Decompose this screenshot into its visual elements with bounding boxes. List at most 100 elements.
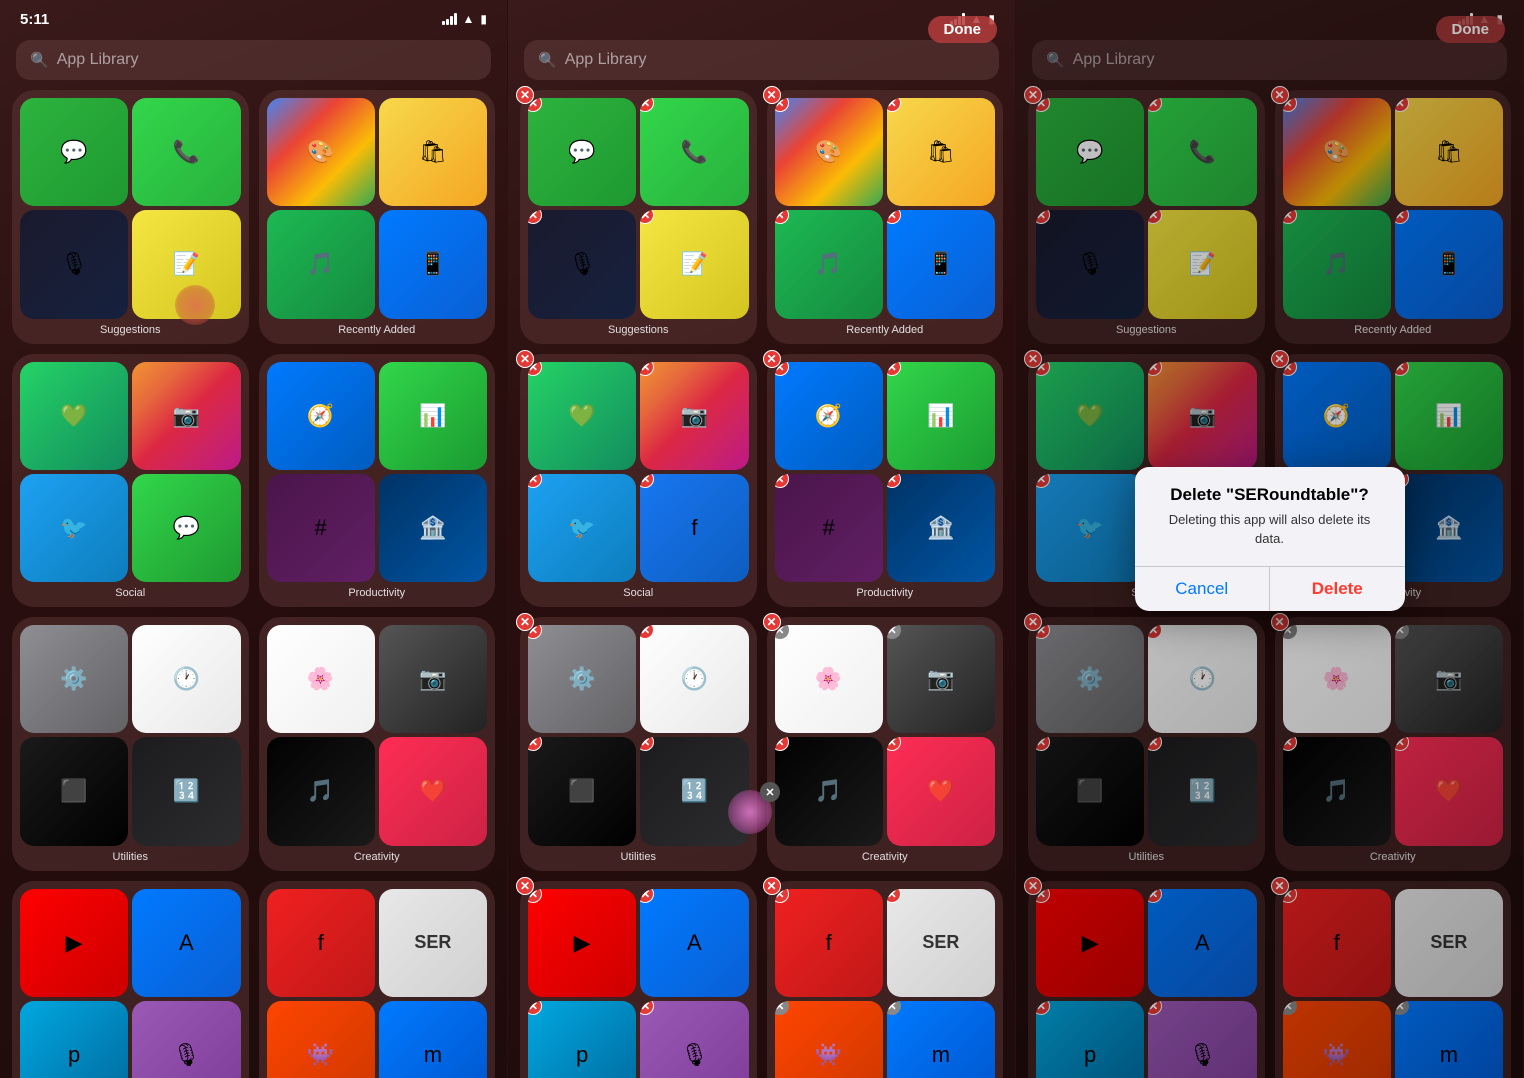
app-appstore-1[interactable]: A bbox=[132, 889, 240, 997]
app-settings-2[interactable]: ✕⚙️ bbox=[528, 625, 636, 733]
del-voice-2[interactable]: ✕ bbox=[528, 210, 542, 224]
app-slack-2[interactable]: ✕# bbox=[775, 474, 883, 582]
app-slack-1[interactable]: # bbox=[267, 474, 375, 582]
del-clock-2[interactable]: ✕ bbox=[640, 625, 654, 639]
del-slack-2[interactable]: ✕ bbox=[775, 474, 789, 488]
alert-delete-button-3[interactable]: Delete bbox=[1270, 567, 1405, 611]
app-messages-1[interactable]: 💬 bbox=[20, 98, 128, 206]
del-notes-2[interactable]: ✕ bbox=[640, 210, 654, 224]
app-appstore-2[interactable]: ✕A bbox=[640, 889, 748, 997]
folder-productivity-2[interactable]: ✕ ✕🧭 ✕📊 ✕# ✕🏦 bbox=[767, 354, 1004, 608]
folder-creativity-inner-2[interactable]: ✕🌸 ✕📷 ✕🎵 ✕❤️ Creativity bbox=[767, 617, 1004, 871]
del-whatsapp-2[interactable]: ✕ bbox=[528, 362, 542, 376]
app-reddit-1[interactable]: 👾 bbox=[267, 1001, 375, 1078]
folder-social-inner-2[interactable]: ✕💚 ✕📷 ✕🐦 ✕f Social bbox=[520, 354, 757, 608]
app-watch-2[interactable]: ✕⬛ bbox=[528, 737, 636, 845]
app-store-sub-1[interactable]: 📱 bbox=[379, 210, 487, 318]
del-spotify-2[interactable]: ✕ bbox=[775, 210, 789, 224]
folder-creativity-1[interactable]: 🌸 📷 🎵 ❤️ Creativity bbox=[259, 617, 496, 871]
folder-productivity-inner-1[interactable]: 🧭 📊 # 🏦 Productivity bbox=[259, 354, 496, 608]
del-myapp-2[interactable]: ✕ bbox=[887, 1001, 901, 1015]
app-youtube-1[interactable]: ▶ bbox=[20, 889, 128, 997]
app-facebook-2[interactable]: ✕f bbox=[640, 474, 748, 582]
app-health-1[interactable]: ❤️ bbox=[379, 737, 487, 845]
folder-creativity-inner-1[interactable]: 🌸 📷 🎵 ❤️ Creativity bbox=[259, 617, 496, 871]
app-store-sub-2[interactable]: ✕📱 bbox=[887, 210, 995, 318]
app-reddit-2[interactable]: ✕👾 bbox=[775, 1001, 883, 1078]
app-twitter-1[interactable]: 🐦 bbox=[20, 474, 128, 582]
app-camera-1[interactable]: 📷 bbox=[379, 625, 487, 733]
del-photos-2[interactable]: ✕ bbox=[775, 625, 789, 639]
folder-bottom-right-inner-2[interactable]: ✕f ✕SER ✕👾 ✕m bbox=[767, 881, 1004, 1078]
del-store-2[interactable]: ✕ bbox=[887, 210, 901, 224]
alert-cancel-button-3[interactable]: Cancel bbox=[1135, 567, 1271, 611]
app-phone-2[interactable]: ✕📞 bbox=[640, 98, 748, 206]
del-tiktok-2[interactable]: ✕ bbox=[775, 737, 789, 751]
app-safari-1[interactable]: 🧭 bbox=[267, 362, 375, 470]
del-reddit-2[interactable]: ✕ bbox=[775, 1001, 789, 1015]
folder-bottom-right-1[interactable]: f SER 👾 m bbox=[259, 881, 496, 1078]
app-assistant-1[interactable]: 🎨 bbox=[267, 98, 375, 206]
folder-suggestions-inner-2[interactable]: ✕💬 ✕📞 ✕🎙 ✕📝 Suggestions bbox=[520, 90, 757, 344]
del-facebook-2[interactable]: ✕ bbox=[640, 474, 654, 488]
app-numbers-2[interactable]: ✕📊 bbox=[887, 362, 995, 470]
app-flipboard-1[interactable]: f bbox=[267, 889, 375, 997]
del-camera-2[interactable]: ✕ bbox=[887, 625, 901, 639]
del-flipkart-2[interactable]: ✕ bbox=[887, 98, 901, 112]
folder-bottom-left-2[interactable]: ✕ ✕▶ ✕A ✕p ✕🎙 bbox=[520, 881, 757, 1078]
folder-suggestions-2[interactable]: ✕ ✕💬 ✕📞 ✕🎙 ✕📝 bbox=[520, 90, 757, 344]
folder-productivity-1[interactable]: 🧭 📊 # 🏦 Productivity bbox=[259, 354, 496, 608]
app-whatsapp-1[interactable]: 💚 bbox=[20, 362, 128, 470]
folder-bottom-left-1[interactable]: ▶ A p 🎙 bbox=[12, 881, 249, 1078]
app-prime-2[interactable]: ✕p bbox=[528, 1001, 636, 1078]
app-clock-2[interactable]: ✕🕐 bbox=[640, 625, 748, 733]
app-instagram-1[interactable]: 📷 bbox=[132, 362, 240, 470]
del-numbers-2[interactable]: ✕ bbox=[887, 362, 901, 376]
app-watch-1[interactable]: ⬛ bbox=[20, 737, 128, 845]
app-numbers-1[interactable]: 📊 bbox=[379, 362, 487, 470]
app-voice-1[interactable]: 🎙 bbox=[20, 210, 128, 318]
del-messages-2[interactable]: ✕ bbox=[528, 98, 542, 112]
app-instagram-2[interactable]: ✕📷 bbox=[640, 362, 748, 470]
del-twitter-2[interactable]: ✕ bbox=[528, 474, 542, 488]
folder-bottom-right-inner-1[interactable]: f SER 👾 m bbox=[259, 881, 496, 1078]
del-yono-2[interactable]: ✕ bbox=[887, 474, 901, 488]
app-youtube-2[interactable]: ✕▶ bbox=[528, 889, 636, 997]
folder-recently-inner-1[interactable]: 🎨 🛍 🎵 📱 Recently Added bbox=[259, 90, 496, 344]
app-myapp-1[interactable]: m bbox=[379, 1001, 487, 1078]
app-spotify-1[interactable]: 🎵 bbox=[267, 210, 375, 318]
app-podcast-1[interactable]: 🎙 bbox=[132, 1001, 240, 1078]
folder-social-1[interactable]: 💚 📷 🐦 💬 Social bbox=[12, 354, 249, 608]
app-ser-1[interactable]: SER bbox=[379, 889, 487, 997]
app-yono-1[interactable]: 🏦 bbox=[379, 474, 487, 582]
app-twitter-2[interactable]: ✕🐦 bbox=[528, 474, 636, 582]
del-watch-2[interactable]: ✕ bbox=[528, 737, 542, 751]
app-flipkart-2[interactable]: ✕🛍 bbox=[887, 98, 995, 206]
folder-recently-2[interactable]: ✕ ✕🎨 ✕🛍 ✕🎵 ✕📱 bbox=[767, 90, 1004, 344]
folder-bottom-left-inner-1[interactable]: ▶ A p 🎙 bbox=[12, 881, 249, 1078]
folder-bottom-left-inner-2[interactable]: ✕▶ ✕A ✕p ✕🎙 bbox=[520, 881, 757, 1078]
del-safari-2[interactable]: ✕ bbox=[775, 362, 789, 376]
del-prime-2[interactable]: ✕ bbox=[528, 1001, 542, 1015]
app-prime-1[interactable]: p bbox=[20, 1001, 128, 1078]
app-yono-2[interactable]: ✕🏦 bbox=[887, 474, 995, 582]
folder-utilities-inner-1[interactable]: ⚙️ 🕐 ⬛ 🔢 Utilities bbox=[12, 617, 249, 871]
del-calculator-2[interactable]: ✕ bbox=[640, 737, 654, 751]
app-spotify-2[interactable]: ✕🎵 bbox=[775, 210, 883, 318]
del-podcast-2[interactable]: ✕ bbox=[640, 1001, 654, 1015]
folder-social-2[interactable]: ✕ ✕💚 ✕📷 ✕🐦 ✕f bbox=[520, 354, 757, 608]
folder-utilities-inner-2[interactable]: ✕⚙️ ✕🕐 ✕⬛ ✕🔢 Utilities bbox=[520, 617, 757, 871]
app-camera-2[interactable]: ✕📷 bbox=[887, 625, 995, 733]
app-ser-2[interactable]: ✕SER bbox=[887, 889, 995, 997]
app-tiktok-1[interactable]: 🎵 bbox=[267, 737, 375, 845]
del-appstore-2[interactable]: ✕ bbox=[640, 889, 654, 903]
app-health-2[interactable]: ✕❤️ bbox=[887, 737, 995, 845]
del-youtube-2[interactable]: ✕ bbox=[528, 889, 542, 903]
folder-bottom-right-2[interactable]: ✕ ✕f ✕SER ✕👾 ✕m bbox=[767, 881, 1004, 1078]
search-bar-1[interactable]: 🔍 App Library bbox=[16, 40, 491, 80]
app-assistant-2[interactable]: ✕🎨 bbox=[775, 98, 883, 206]
app-notes-2[interactable]: ✕📝 bbox=[640, 210, 748, 318]
del-ser-2[interactable]: ✕ bbox=[887, 889, 901, 903]
app-flipkart-1[interactable]: 🛍 bbox=[379, 98, 487, 206]
del-phone-2[interactable]: ✕ bbox=[640, 98, 654, 112]
